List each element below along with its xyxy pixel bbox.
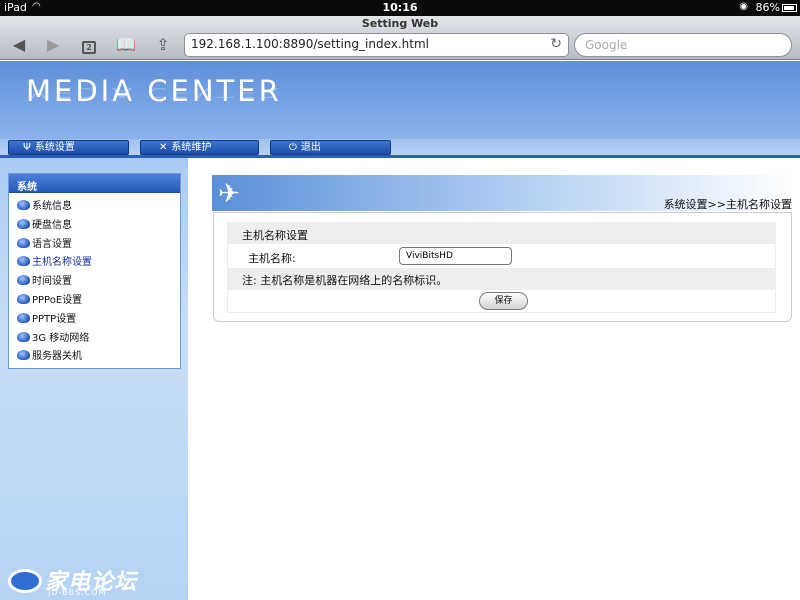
forum-logo-icon [8, 569, 42, 593]
sidebar-item-pptp[interactable]: PPTP设置 [9, 311, 180, 330]
sidebar-menu-title: 系统 [9, 174, 180, 193]
button-row: 保存 [227, 290, 776, 313]
globe-icon [17, 293, 30, 304]
globe-icon [17, 350, 30, 361]
hostname-label: 主机名称: [248, 252, 296, 265]
tabs-button[interactable]: 2 [76, 34, 102, 56]
globe-icon [17, 331, 30, 342]
globe-icon [17, 200, 30, 210]
share-icon[interactable]: ⇪ [150, 34, 176, 56]
url-text: 192.168.1.100:8890/setting_index.html [191, 37, 429, 51]
sidebar-item-time[interactable]: 时间设置 [9, 273, 180, 292]
hostname-settings-panel: 主机名称设置 主机名称: 注: 主机名称是机器在网络上的名称标识。 保存 [213, 212, 792, 322]
nav-system-settings-button[interactable]: Ψ 系统设置 [8, 140, 129, 155]
breadcrumb: 系统设置>>主机名称设置 [663, 198, 792, 211]
sidebar-menu: 系统 系统信息 硬盘信息 语言设置 主机名称设置 时间设置 PPPoE设置 PP… [8, 173, 181, 369]
back-arrow-icon[interactable]: ◀ [6, 34, 32, 56]
disk-icon [17, 218, 30, 229]
tab-count: 2 [86, 43, 92, 52]
sidebar-item-3g[interactable]: 3G 移动网络 [9, 330, 180, 349]
nav-logout-button[interactable]: ⏻ 退出 [270, 140, 391, 155]
browser-toolbar: Setting Web ◀ ▶ 2 📖 ⇪ 192.168.1.100:8890… [0, 16, 800, 60]
globe-icon [17, 312, 30, 323]
globe-icon [17, 256, 30, 267]
nav-system-maintenance-button[interactable]: ✕ 系统维护 [140, 140, 259, 155]
bookmarks-icon[interactable]: 📖 [113, 34, 139, 56]
rotation-lock-icon: ◉ [739, 1, 748, 12]
globe-icon [17, 237, 30, 248]
logo-reflection: MEDIA CENTER [26, 84, 282, 100]
hostname-note: 注: 主机名称是机器在网络上的名称标识。 [227, 268, 776, 290]
browser-page-title: Setting Web [361, 17, 439, 30]
nav-label: 退出 [300, 142, 321, 153]
sidebar-item-shutdown[interactable]: 服务器关机 [9, 348, 180, 367]
antenna-icon: Ψ [23, 142, 31, 153]
search-placeholder: Google [585, 38, 628, 52]
nav-label: 系统设置 [34, 142, 75, 153]
sidebar-item-hostname[interactable]: 主机名称设置 [9, 254, 180, 273]
hostname-row: 主机名称: [227, 245, 776, 268]
sidebar-item-disk-info[interactable]: 硬盘信息 [9, 217, 180, 236]
power-icon: ⏻ [289, 142, 297, 153]
tools-icon: ✕ [159, 142, 168, 153]
ios-status-bar: iPad ◠ 10:16 ◉ 86% [0, 0, 800, 16]
hostname-input[interactable] [399, 247, 512, 265]
forward-arrow-icon[interactable]: ▶ [40, 34, 66, 56]
reload-icon[interactable]: ↻ [550, 36, 562, 52]
address-bar[interactable]: 192.168.1.100:8890/setting_index.html ↻ [184, 33, 569, 57]
tabs-icon: 2 [82, 41, 96, 54]
sidebar-item-system-info[interactable]: 系统信息 [9, 198, 180, 217]
sidebar-item-language[interactable]: 语言设置 [9, 236, 180, 255]
search-input[interactable]: Google [574, 33, 792, 57]
nav-label: 系统维护 [171, 142, 212, 153]
sidebar-item-pppoe[interactable]: PPPoE设置 [9, 292, 180, 311]
battery-icon [782, 4, 797, 12]
status-clock: 10:16 [382, 1, 418, 14]
panel-title: 主机名称设置 [227, 222, 776, 244]
watermark-site: JD-BBS.COM [48, 588, 107, 597]
battery-percentage: 86% [755, 1, 780, 14]
satellite-icon: ✈ [218, 179, 240, 209]
globe-icon [17, 275, 30, 286]
save-button[interactable]: 保存 [479, 292, 528, 310]
